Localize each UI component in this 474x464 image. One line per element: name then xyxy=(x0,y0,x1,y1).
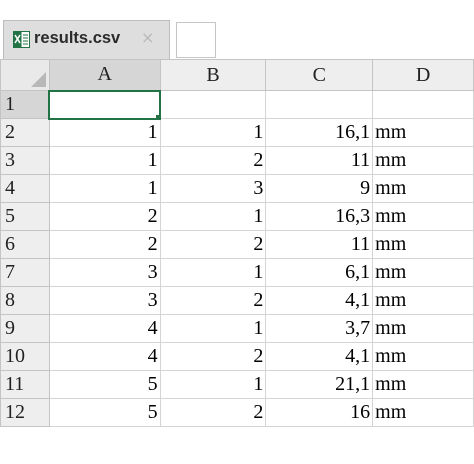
tab-filename: results.csv xyxy=(34,29,121,47)
table-row: 8 3 2 4,1 mm xyxy=(0,286,474,315)
cell-c1[interactable] xyxy=(265,90,374,119)
cell-a10[interactable]: 4 xyxy=(48,342,161,371)
table-row: 4 1 3 9 mm xyxy=(0,174,474,203)
cell-b12[interactable]: 2 xyxy=(159,398,267,427)
row-header[interactable]: 12 xyxy=(0,398,50,427)
cell-c7[interactable]: 6,1 xyxy=(265,258,374,287)
cell-a7[interactable]: 3 xyxy=(48,258,161,287)
cell-a6[interactable]: 2 xyxy=(48,230,161,259)
cell-b6[interactable]: 2 xyxy=(159,230,267,259)
cell-c2[interactable]: 16,1 xyxy=(265,118,374,147)
tab-bar: results.csv × xyxy=(0,0,474,59)
cell-a9[interactable]: 4 xyxy=(48,314,161,343)
close-icon[interactable]: × xyxy=(141,28,154,48)
table-row: 7 3 1 6,1 mm xyxy=(0,258,474,287)
row-header[interactable]: 9 xyxy=(0,314,50,343)
cell-d9[interactable]: mm xyxy=(372,314,474,343)
cell-b7[interactable]: 1 xyxy=(159,258,267,287)
cell-d5[interactable]: mm xyxy=(372,202,474,231)
cell-a5[interactable]: 2 xyxy=(48,202,161,231)
column-header-c[interactable]: C xyxy=(265,59,374,91)
table-row: 6 2 2 11 mm xyxy=(0,230,474,259)
table-row: 11 5 1 21,1 mm xyxy=(0,370,474,399)
table-row: 2 1 1 16,1 mm xyxy=(0,118,474,147)
cell-c10[interactable]: 4,1 xyxy=(265,342,374,371)
select-all-corner[interactable] xyxy=(0,59,50,91)
cell-d4[interactable]: mm xyxy=(372,174,474,203)
cell-a3[interactable]: 1 xyxy=(48,146,161,175)
cell-d8[interactable]: mm xyxy=(372,286,474,315)
table-row: 5 2 1 16,3 mm xyxy=(0,202,474,231)
column-header-d[interactable]: D xyxy=(372,59,474,91)
cell-d10[interactable]: mm xyxy=(372,342,474,371)
cell-a12[interactable]: 5 xyxy=(48,398,161,427)
excel-file-icon xyxy=(13,31,30,48)
cell-b8[interactable]: 2 xyxy=(159,286,267,315)
cell-b3[interactable]: 2 xyxy=(159,146,267,175)
cell-a4[interactable]: 1 xyxy=(48,174,161,203)
cell-c4[interactable]: 9 xyxy=(265,174,374,203)
row-header[interactable]: 4 xyxy=(0,174,50,203)
table-row: 3 1 2 11 mm xyxy=(0,146,474,175)
cell-a8[interactable]: 3 xyxy=(48,286,161,315)
cell-a1[interactable] xyxy=(48,89,162,120)
row-header[interactable]: 10 xyxy=(0,342,50,371)
cell-b1[interactable] xyxy=(159,90,267,119)
cell-b11[interactable]: 1 xyxy=(159,370,267,399)
column-header-a[interactable]: A xyxy=(48,59,161,92)
cell-d7[interactable]: mm xyxy=(372,258,474,287)
row-header[interactable]: 5 xyxy=(0,202,50,231)
table-row: 9 4 1 3,7 mm xyxy=(0,314,474,343)
cell-d2[interactable]: mm xyxy=(372,118,474,147)
row-header[interactable]: 8 xyxy=(0,286,50,315)
cell-d1[interactable] xyxy=(372,90,474,119)
row-header[interactable]: 6 xyxy=(0,230,50,259)
new-tab-button[interactable] xyxy=(176,22,216,58)
cell-a11[interactable]: 5 xyxy=(48,370,161,399)
table-row: 10 4 2 4,1 mm xyxy=(0,342,474,371)
cell-d3[interactable]: mm xyxy=(372,146,474,175)
spreadsheet-grid: A B C D 1 2 1 1 16,1 mm 3 1 2 11 mm 4 1 3 9 mm 5 2 1 16,3 mm… xyxy=(0,59,474,427)
row-header[interactable]: 1 xyxy=(0,90,51,119)
table-row: 12 5 2 16 mm xyxy=(0,398,474,427)
table-row: 1 xyxy=(0,89,474,120)
tab-results-csv[interactable]: results.csv × xyxy=(3,20,170,59)
cell-b10[interactable]: 2 xyxy=(159,342,267,371)
row-header[interactable]: 11 xyxy=(0,370,50,399)
cell-b9[interactable]: 1 xyxy=(159,314,267,343)
cell-b4[interactable]: 3 xyxy=(159,174,267,203)
cell-d6[interactable]: mm xyxy=(372,230,474,259)
cell-b5[interactable]: 1 xyxy=(159,202,267,231)
row-header[interactable]: 2 xyxy=(0,118,50,147)
cell-c8[interactable]: 4,1 xyxy=(265,286,374,315)
cell-d11[interactable]: mm xyxy=(372,370,474,399)
cell-c12[interactable]: 16 xyxy=(265,398,374,427)
cell-c11[interactable]: 21,1 xyxy=(265,370,374,399)
column-header-b[interactable]: B xyxy=(159,59,267,91)
cell-b2[interactable]: 1 xyxy=(159,118,267,147)
cell-c3[interactable]: 11 xyxy=(265,146,374,175)
row-header[interactable]: 3 xyxy=(0,146,50,175)
cell-c9[interactable]: 3,7 xyxy=(265,314,374,343)
row-header[interactable]: 7 xyxy=(0,258,50,287)
cell-c5[interactable]: 16,3 xyxy=(265,202,374,231)
cell-a2[interactable]: 1 xyxy=(48,118,161,147)
cell-d12[interactable]: mm xyxy=(372,398,474,427)
fill-handle[interactable] xyxy=(155,113,159,117)
cell-c6[interactable]: 11 xyxy=(265,230,374,259)
